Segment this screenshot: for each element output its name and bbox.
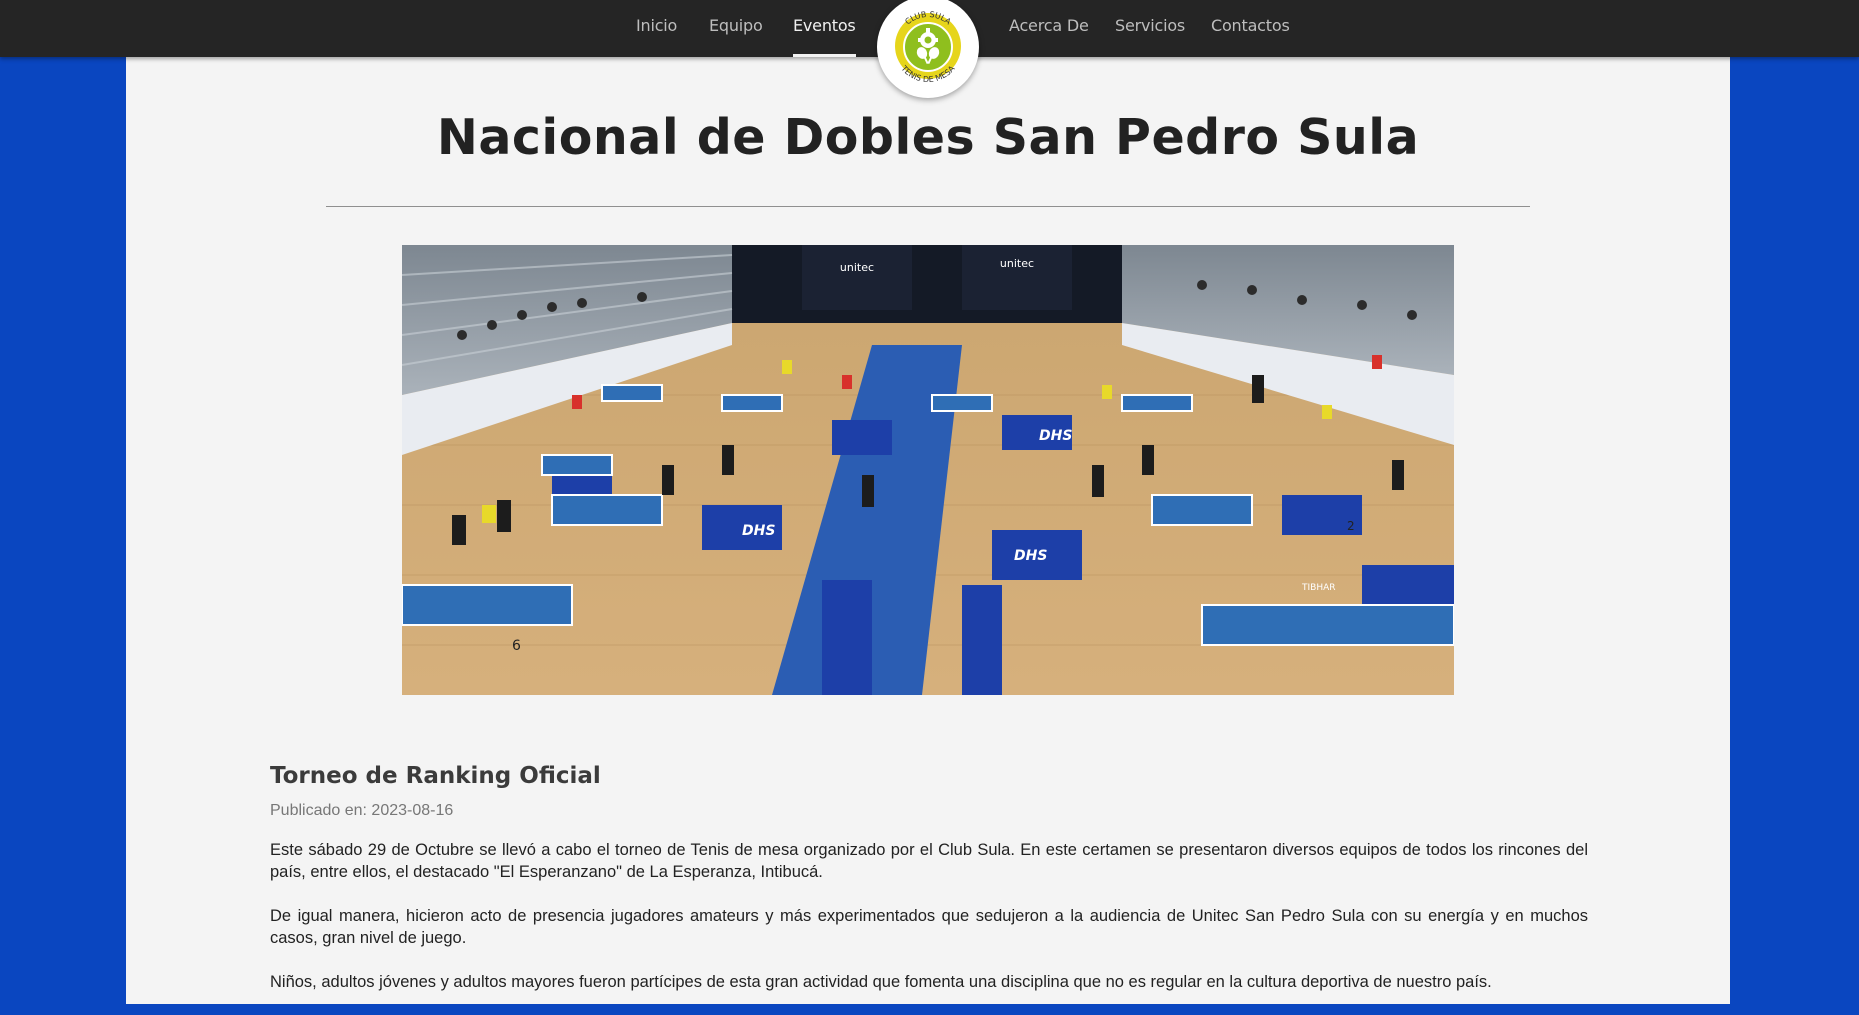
post-date: Publicado en: 2023-08-16 xyxy=(270,802,453,820)
table-brand: TIBHAR xyxy=(1301,583,1336,593)
banner-text-2: unitec xyxy=(1000,257,1034,270)
post-heading: Torneo de Ranking Oficial xyxy=(270,763,601,789)
post-date-label: Publicado en: xyxy=(270,802,367,819)
nav-link-eventos[interactable]: Eventos xyxy=(793,0,856,57)
nav-link-inicio[interactable]: Inicio xyxy=(636,0,677,57)
event-photo: unitec unitec DHS DHS DHS TIBHAR 6 2 xyxy=(402,245,1454,695)
post-body: Este sábado 29 de Octubre se llevó a cab… xyxy=(270,839,1588,1015)
title-divider xyxy=(326,206,1530,207)
banner-text-1: unitec xyxy=(840,261,874,274)
club-logo[interactable]: CLUB SULA TENIS DE MESA xyxy=(877,0,979,98)
post-date-value: 2023-08-16 xyxy=(371,802,454,819)
event-page: Nacional de Dobles San Pedro Sula unitec… xyxy=(126,57,1730,1004)
nav-link-equipo[interactable]: Equipo xyxy=(709,0,763,57)
barrier-brand-3: DHS xyxy=(1039,428,1072,444)
page-title: Nacional de Dobles San Pedro Sula xyxy=(436,109,1420,166)
nav-link-contactos[interactable]: Contactos xyxy=(1211,0,1290,57)
barrier-brand-1: DHS xyxy=(742,523,775,539)
post-paragraph: De igual manera, hicieron acto de presen… xyxy=(270,907,1588,947)
barrier-brand-2: DHS xyxy=(1014,548,1047,564)
post-paragraph: Niños, adultos jóvenes y adultos mayores… xyxy=(270,973,1492,991)
nav-link-servicios[interactable]: Servicios xyxy=(1115,0,1185,57)
table-number-6: 6 xyxy=(512,638,521,654)
tournament-hall-image: unitec unitec DHS DHS DHS TIBHAR 6 2 xyxy=(402,245,1454,695)
nav-link-acerca-de[interactable]: Acerca De xyxy=(1009,0,1089,57)
post-paragraph: Este sábado 29 de Octubre se llevó a cab… xyxy=(270,841,1588,881)
table-number-2: 2 xyxy=(1347,519,1355,533)
club-sula-logo-icon: CLUB SULA TENIS DE MESA xyxy=(890,9,966,85)
